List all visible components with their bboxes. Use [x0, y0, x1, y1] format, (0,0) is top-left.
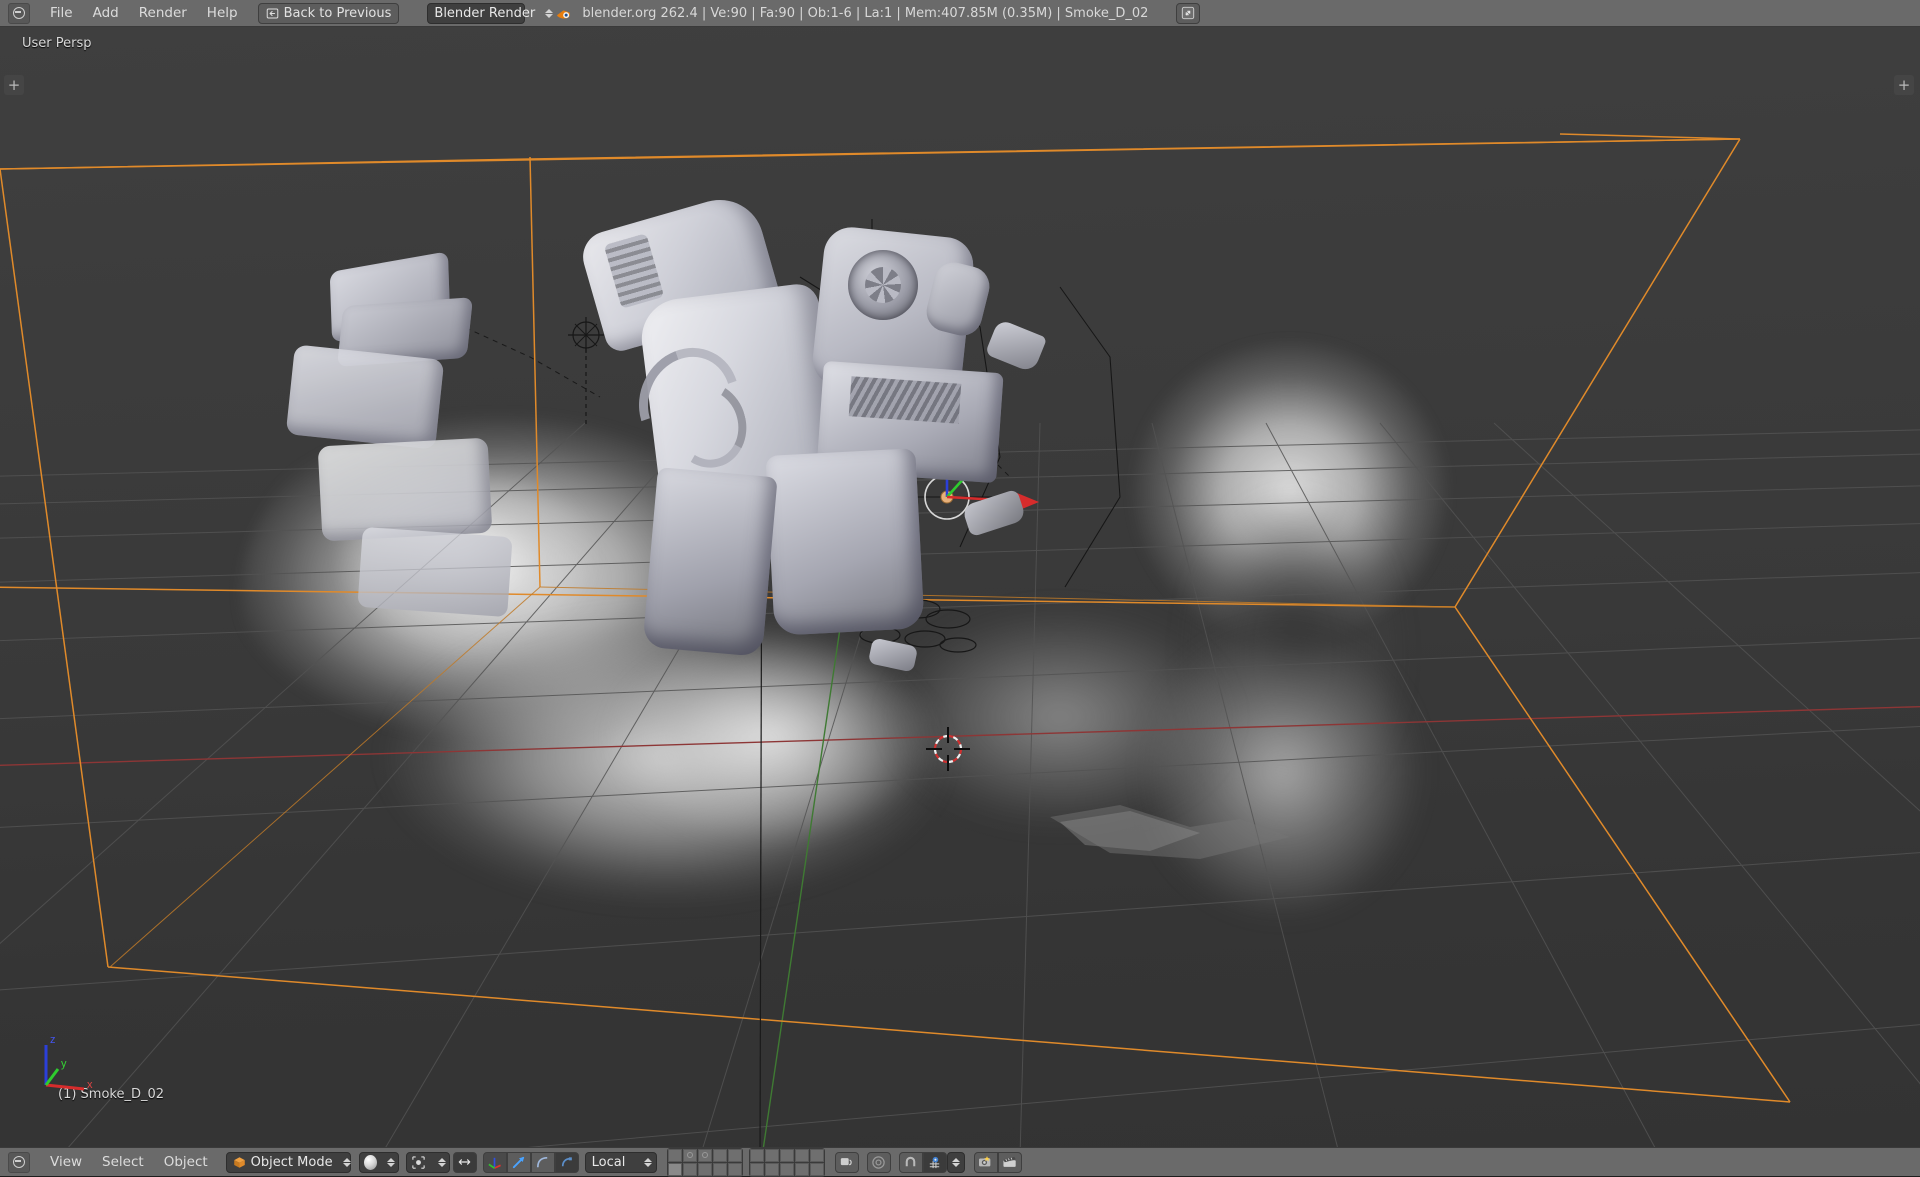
layer-cell[interactable] — [764, 1162, 779, 1176]
menu-add[interactable]: Add — [83, 3, 129, 23]
layer-cell[interactable] — [682, 1162, 697, 1176]
snap-mode-select[interactable] — [946, 1151, 965, 1173]
debris-particles — [1050, 805, 1290, 859]
toolshelf-toggle-button[interactable]: + — [4, 75, 24, 95]
pivot-point-select[interactable] — [405, 1151, 450, 1173]
manipulator-toggle-button[interactable] — [452, 1151, 477, 1173]
snap-target-button[interactable] — [922, 1151, 947, 1173]
properties-panel-toggle-button[interactable]: + — [1894, 75, 1914, 95]
render-engine-value: Blender Render — [434, 5, 536, 21]
back-to-previous-label: Back to Previous — [283, 5, 392, 21]
layer-cell[interactable] — [764, 1148, 779, 1162]
viewport-editor-type-selector[interactable] — [8, 1151, 30, 1173]
axis-x-line — [0, 705, 1920, 767]
viewport-shading-select[interactable] — [358, 1151, 399, 1173]
snap-magnet-icon — [905, 1156, 916, 1166]
chevron-updown-icon — [643, 1157, 652, 1167]
transform-orientation-select[interactable]: Local — [584, 1151, 657, 1173]
menu-object[interactable]: Object — [154, 1152, 218, 1172]
chevron-updown-icon — [951, 1157, 960, 1167]
render-animation-button[interactable] — [997, 1151, 1022, 1173]
layer-cell[interactable] — [667, 1148, 682, 1162]
layer-cell[interactable] — [749, 1148, 764, 1162]
manipulator-toggle-icon — [458, 1159, 471, 1165]
manipulator-rotate-button[interactable] — [506, 1151, 531, 1173]
menu-help[interactable]: Help — [197, 3, 248, 23]
chevron-updown-icon — [342, 1157, 351, 1167]
manipulator-axis-icon — [562, 1156, 573, 1166]
manipulator-scale-icon — [537, 1156, 548, 1167]
layer-cell[interactable] — [682, 1148, 697, 1162]
gizmo-x-label: x — [87, 1079, 93, 1091]
viewport-axis-gizmo: z y x — [44, 1034, 93, 1091]
transform-orientation-value: Local — [591, 1154, 626, 1170]
manipulator-rotate-icon — [513, 1156, 525, 1168]
lock-to-scene-button[interactable] — [834, 1151, 859, 1173]
maximize-area-button[interactable] — [1176, 2, 1201, 24]
back-to-previous-button[interactable]: Back to Previous — [257, 2, 400, 24]
layer-cell[interactable] — [779, 1148, 794, 1162]
gizmo-z-label: z — [50, 1034, 56, 1046]
3d-view-editor-icon — [13, 1156, 25, 1168]
layer-cell[interactable] — [749, 1162, 764, 1176]
3d-view-header-bar: View Select Object Object Mode Local — [0, 1147, 1920, 1177]
scene-layers[interactable] — [666, 1147, 825, 1177]
info-editor-icon — [13, 7, 25, 19]
shading-solid-sphere-icon — [363, 1154, 377, 1170]
layer-cell[interactable] — [712, 1162, 727, 1176]
proportional-edit-icon — [872, 1155, 885, 1169]
layer-cell[interactable] — [727, 1148, 742, 1162]
3d-cursor — [926, 727, 970, 771]
layer-cell[interactable] — [779, 1162, 794, 1176]
snap-toggle-button[interactable] — [898, 1151, 923, 1173]
layer-cell[interactable] — [794, 1148, 809, 1162]
layer-cell[interactable] — [727, 1162, 742, 1176]
maximize-area-icon — [1182, 6, 1195, 20]
editor-type-selector[interactable] — [8, 2, 30, 24]
layer-cell[interactable] — [712, 1148, 727, 1162]
viewport-perspective-label: User Persp — [22, 36, 92, 51]
layer-group-a[interactable] — [666, 1147, 743, 1177]
manipulator-translate-icon — [488, 1157, 502, 1169]
menu-view[interactable]: View — [40, 1152, 92, 1172]
blender-logo-icon — [557, 9, 571, 19]
3d-viewport[interactable]: User Persp (1) Smoke_D_02 + + z y x — [0, 27, 1920, 1147]
pivot-median-icon — [411, 1155, 425, 1169]
manipulator-translate-button[interactable] — [482, 1151, 507, 1173]
menu-render[interactable]: Render — [129, 3, 197, 23]
chevron-updown-icon — [545, 8, 554, 18]
gizmo-y-label: y — [61, 1058, 67, 1070]
layer-cell[interactable] — [697, 1162, 712, 1176]
render-preview-camera-icon — [978, 1156, 991, 1167]
proportional-edit-button[interactable] — [866, 1151, 891, 1173]
layer-cell[interactable] — [794, 1162, 809, 1176]
manipulator-scale-button[interactable] — [530, 1151, 555, 1173]
manipulator-extra-button[interactable] — [554, 1151, 579, 1173]
snap-target-icon — [929, 1156, 940, 1168]
chevron-updown-icon — [437, 1157, 446, 1167]
object-mode-cube-icon — [233, 1156, 245, 1168]
layer-cell[interactable] — [809, 1148, 824, 1162]
interaction-mode-value: Object Mode — [250, 1154, 333, 1170]
render-animation-clapper-icon — [1003, 1156, 1016, 1167]
layer-group-b[interactable] — [748, 1147, 825, 1177]
chevron-updown-icon — [386, 1157, 395, 1167]
menu-file[interactable]: File — [40, 3, 83, 23]
mech-model — [285, 189, 1048, 673]
info-stats-text: blender.org 262.4 | Ve:90 | Fa:90 | Ob:1… — [582, 5, 1149, 21]
menu-select[interactable]: Select — [92, 1152, 154, 1172]
lock-to-scene-icon — [840, 1158, 852, 1166]
render-preview-button[interactable] — [973, 1151, 998, 1173]
info-header-bar: File Add Render Help Back to Previous Bl… — [0, 0, 1920, 27]
back-arrow-icon — [266, 8, 278, 18]
layer-cell[interactable] — [809, 1162, 824, 1176]
render-engine-select[interactable]: Blender Render — [427, 2, 554, 24]
interaction-mode-select[interactable]: Object Mode — [225, 1151, 351, 1173]
blender-window: File Add Render Help Back to Previous Bl… — [0, 0, 1920, 1177]
layer-cell-active[interactable] — [667, 1162, 682, 1176]
layer-cell[interactable] — [697, 1148, 712, 1162]
